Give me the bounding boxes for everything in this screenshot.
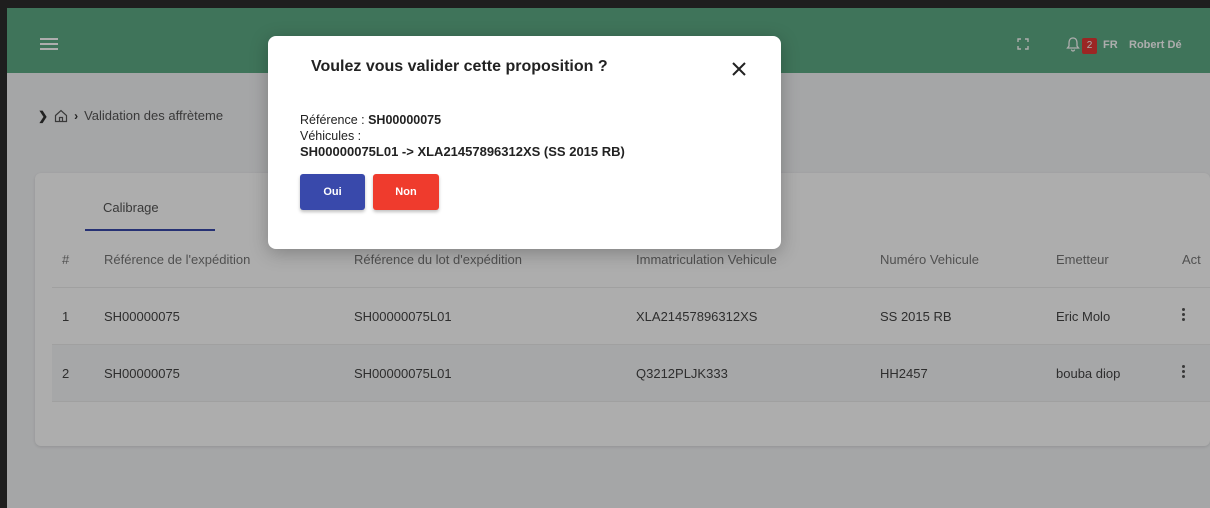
close-icon[interactable]: [730, 60, 748, 78]
dialog-title: Voulez vous valider cette proposition ?: [311, 58, 608, 75]
page: 2 FR Robert Dé ❯ › Validation des affrèt…: [0, 0, 1210, 508]
reference-value: SH00000075: [368, 113, 442, 127]
vehicles-label: Véhicules :: [300, 129, 362, 143]
confirm-dialog: Voulez vous valider cette proposition ? …: [268, 36, 781, 249]
confirm-yes-button[interactable]: Oui: [300, 174, 365, 210]
window-top-strip: [0, 0, 1210, 8]
dialog-body: Référence : SH00000075 Véhicules : SH000…: [300, 112, 625, 160]
vehicle-assignment: SH00000075L01 -> XLA21457896312XS (SS 20…: [300, 144, 625, 159]
reference-line: Référence : SH00000075: [300, 112, 625, 128]
window-left-edge: [0, 8, 7, 508]
confirm-no-button[interactable]: Non: [373, 174, 439, 210]
reference-label: Référence :: [300, 113, 369, 127]
